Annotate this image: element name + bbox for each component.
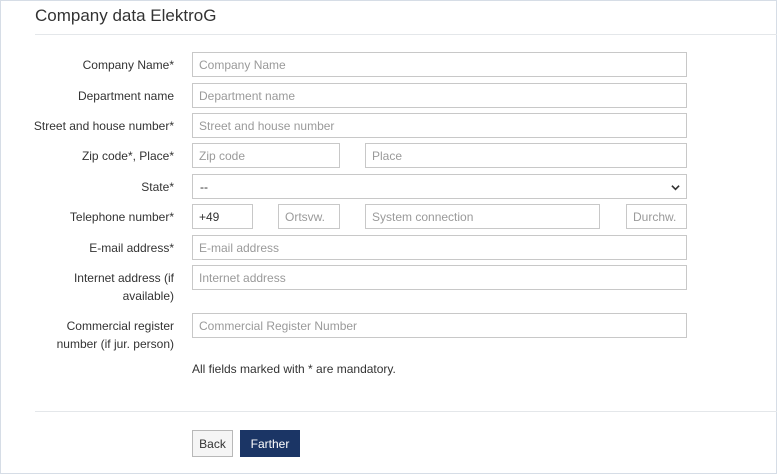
state-label: State* xyxy=(141,180,174,194)
company-name-input[interactable] xyxy=(192,52,687,77)
register-label-line1: Commercial register xyxy=(66,319,174,333)
place-input[interactable] xyxy=(365,143,687,168)
zip-place-label: Zip code*, Place* xyxy=(81,149,174,163)
system-connection-input[interactable] xyxy=(365,204,600,229)
street-label: Street and house number* xyxy=(33,119,174,133)
internet-label: Internet address (if available) xyxy=(30,269,174,305)
state-select[interactable]: -- xyxy=(192,174,687,199)
email-label: E-mail address* xyxy=(89,241,174,255)
street-input[interactable] xyxy=(192,113,687,138)
zip-code-input[interactable] xyxy=(192,143,340,168)
mandatory-note: All fields marked with * are mandatory. xyxy=(192,362,396,376)
company-name-label: Company Name* xyxy=(82,58,174,72)
telephone-label: Telephone number* xyxy=(69,210,174,224)
register-label: Commercial register number (if jur. pers… xyxy=(30,317,174,353)
header-divider xyxy=(35,34,777,35)
chevron-down-icon xyxy=(671,185,680,191)
area-code-input[interactable] xyxy=(278,204,340,229)
internet-label-line2: available) xyxy=(122,289,174,303)
register-input[interactable] xyxy=(192,313,687,338)
country-code-input[interactable] xyxy=(192,204,253,229)
page-title: Company data ElektroG xyxy=(35,6,217,25)
footer-divider xyxy=(35,411,777,412)
back-button[interactable]: Back xyxy=(192,430,233,457)
department-input[interactable] xyxy=(192,83,687,108)
internet-label-line1: Internet address (if xyxy=(73,271,174,285)
register-label-line2: number (if jur. person) xyxy=(56,337,174,351)
internet-input[interactable] xyxy=(192,265,687,290)
email-input[interactable] xyxy=(192,235,687,260)
extension-input[interactable] xyxy=(626,204,687,229)
farther-button[interactable]: Farther xyxy=(240,430,300,457)
state-selected-value: -- xyxy=(200,180,208,194)
department-label: Department name xyxy=(77,89,174,103)
